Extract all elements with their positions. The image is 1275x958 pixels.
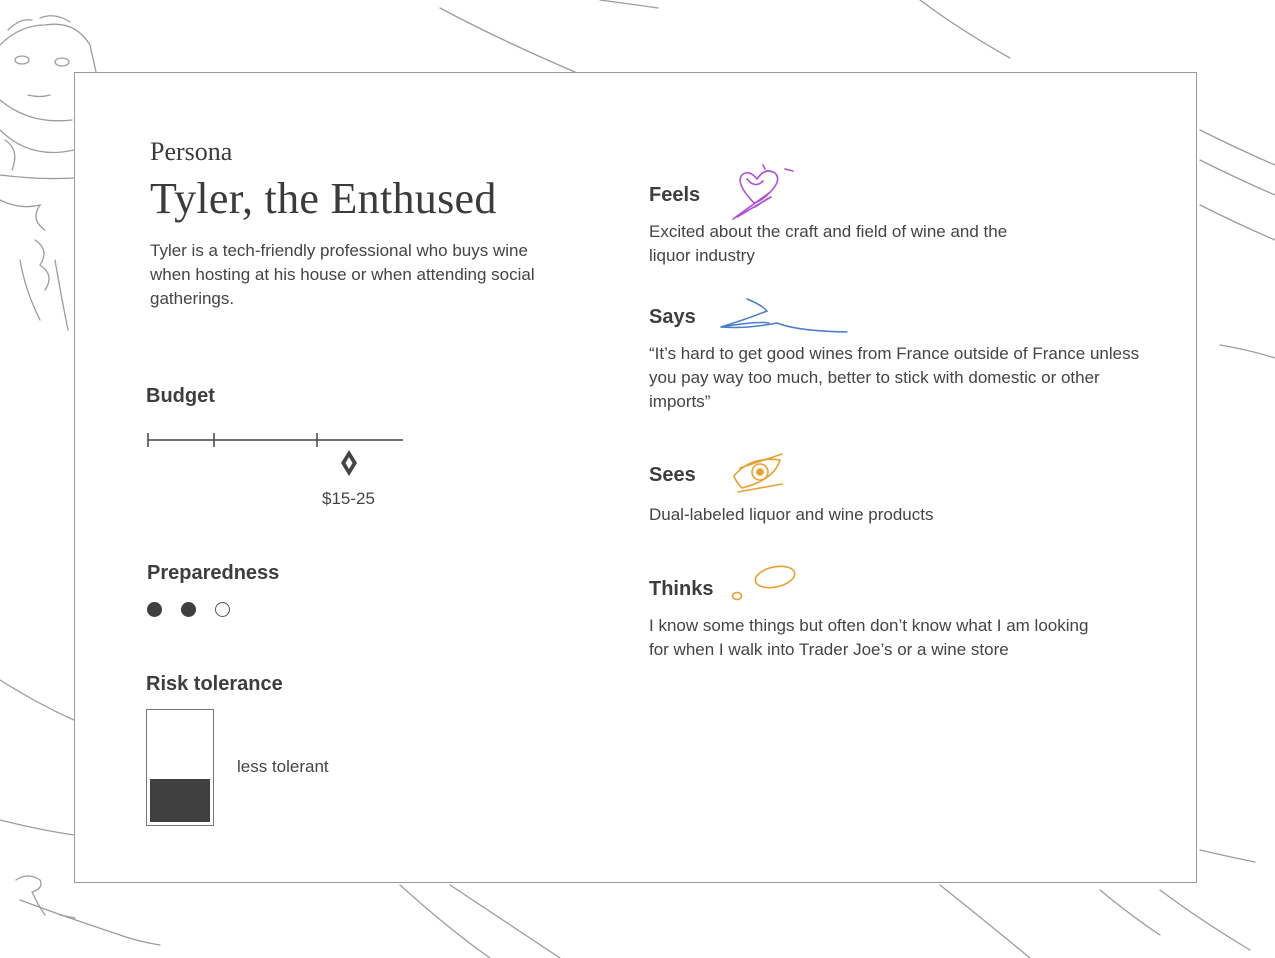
budget-marker-icon [341, 450, 357, 476]
preparedness-dot-empty [215, 602, 230, 617]
heart-doodle-icon [732, 164, 794, 220]
persona-title: Tyler, the Enthused [150, 174, 497, 223]
speech-squiggle-icon [720, 298, 848, 333]
preparedness-dot-filled [147, 602, 162, 617]
budget-value-label: $15-25 [322, 489, 375, 508]
sees-heading: Sees [649, 464, 696, 486]
risk-meter [146, 709, 214, 826]
thinks-text: I know some things but often don’t know … [649, 616, 1089, 659]
says-text: “It’s hard to get good wines from France… [649, 344, 1140, 411]
budget-scale [147, 433, 403, 476]
sees-text: Dual-labeled liquor and wine products [649, 505, 934, 524]
preparedness-heading: Preparedness [147, 562, 280, 584]
budget-heading: Budget [146, 385, 215, 407]
says-heading: Says [649, 306, 696, 328]
persona-card: Persona Tyler, the Enthused Tyler is a t… [74, 72, 1197, 883]
persona-intro: Tyler is a tech-friendly professional wh… [150, 241, 535, 308]
feels-heading: Feels [649, 184, 701, 206]
thinks-heading: Thinks [649, 578, 714, 600]
risk-value-label: less tolerant [237, 757, 329, 776]
thought-bubble-icon [731, 565, 796, 601]
risk-heading: Risk tolerance [146, 673, 283, 695]
preparedness-dot-filled [181, 602, 196, 617]
eye-doodle-icon [733, 453, 783, 493]
persona-kicker: Persona [150, 137, 233, 166]
risk-meter-fill [150, 779, 210, 822]
feels-text: Excited about the craft and field of win… [649, 222, 1008, 265]
